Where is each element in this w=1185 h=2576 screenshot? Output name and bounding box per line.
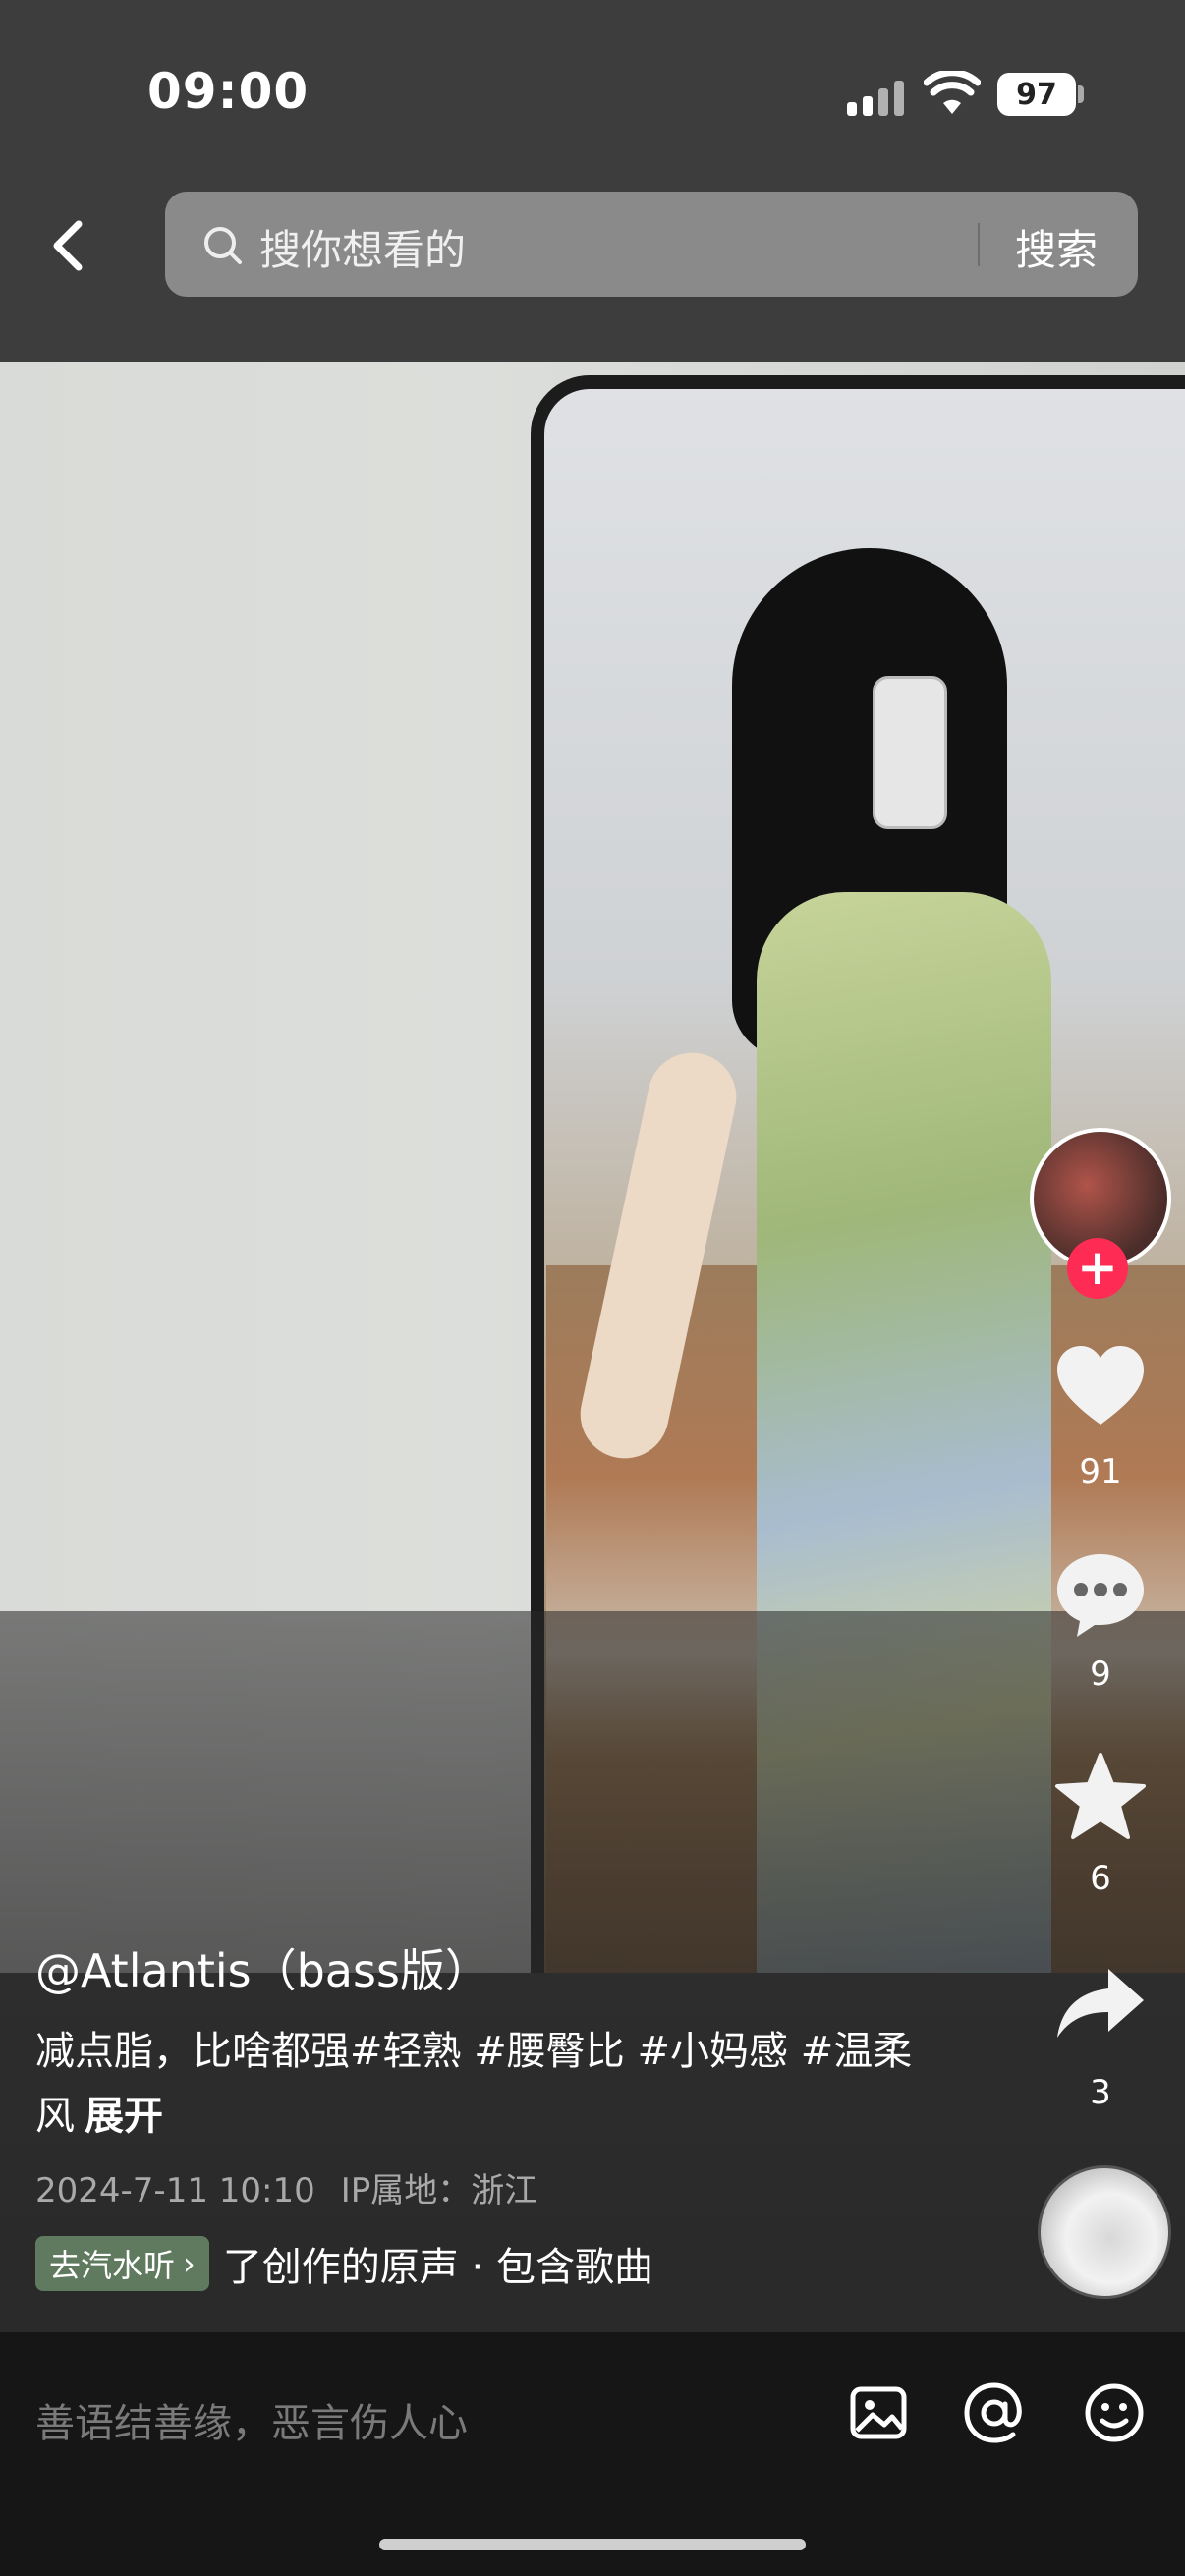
- search-divider: [978, 223, 980, 266]
- follow-button[interactable]: +: [1067, 1238, 1128, 1299]
- music-disc[interactable]: [1038, 2165, 1171, 2299]
- battery-cap: [1078, 85, 1084, 103]
- comment-bar: 善语结善缘，恶言伤人心: [0, 2332, 1185, 2576]
- like-icon[interactable]: [1051, 1338, 1150, 1436]
- caption-text: 减点脂，比啥都强#轻熟 #腰臀比 #小妈感 #温柔风: [35, 2029, 913, 2139]
- home-indicator: [379, 2539, 806, 2550]
- search-input[interactable]: 搜你想看的: [259, 217, 466, 277]
- comment-count: 9: [1090, 1654, 1111, 1694]
- wifi-icon: [924, 71, 981, 114]
- emoji-icon[interactable]: [1081, 2380, 1148, 2446]
- ip-location: IP属地：浙江: [340, 2171, 538, 2211]
- signal-icon: [847, 79, 906, 116]
- comment-input[interactable]: 善语结善缘，恶言伤人心: [35, 2391, 468, 2448]
- video-phone: [873, 676, 947, 829]
- like-count: 91: [1079, 1452, 1122, 1491]
- mention-icon[interactable]: [961, 2380, 1028, 2446]
- share-icon[interactable]: [1051, 1955, 1150, 2053]
- top-bar: 09:00 97 搜你想看的 搜索: [0, 0, 1185, 362]
- search-icon: [204, 227, 242, 264]
- search-button[interactable]: 搜索: [1015, 217, 1098, 277]
- search-bar[interactable]: 搜你想看的 搜索: [165, 192, 1138, 297]
- music-row[interactable]: 去汽水听 › 了创作的原声 · 包含歌曲: [35, 2236, 705, 2291]
- music-tag-button[interactable]: 去汽水听 ›: [35, 2236, 209, 2291]
- share-count: 3: [1090, 2073, 1111, 2112]
- video-caption: 减点脂，比啥都强#轻熟 #腰臀比 #小妈感 #温柔风 展开: [35, 2019, 920, 2149]
- favorite-icon[interactable]: [1051, 1749, 1150, 1847]
- caption-expand-button[interactable]: 展开: [85, 2094, 163, 2139]
- music-tag-label: 去汽水听: [49, 2247, 176, 2284]
- video-title[interactable]: @Atlantis（bass版）: [35, 1935, 490, 2000]
- chevron-right-icon: ›: [183, 2245, 196, 2282]
- image-icon[interactable]: [845, 2380, 912, 2446]
- battery-indicator: 97: [997, 73, 1076, 116]
- back-button[interactable]: [39, 206, 98, 285]
- music-info[interactable]: 了创作的原声 · 包含歌曲: [223, 2235, 705, 2292]
- status-time: 09:00: [147, 63, 310, 120]
- favorite-count: 6: [1090, 1859, 1111, 1898]
- comment-icon[interactable]: [1051, 1544, 1150, 1643]
- publish-date: 2024-7-11 10:10: [35, 2171, 315, 2211]
- video-meta: 2024-7-11 10:10 IP属地：浙江: [35, 2163, 537, 2212]
